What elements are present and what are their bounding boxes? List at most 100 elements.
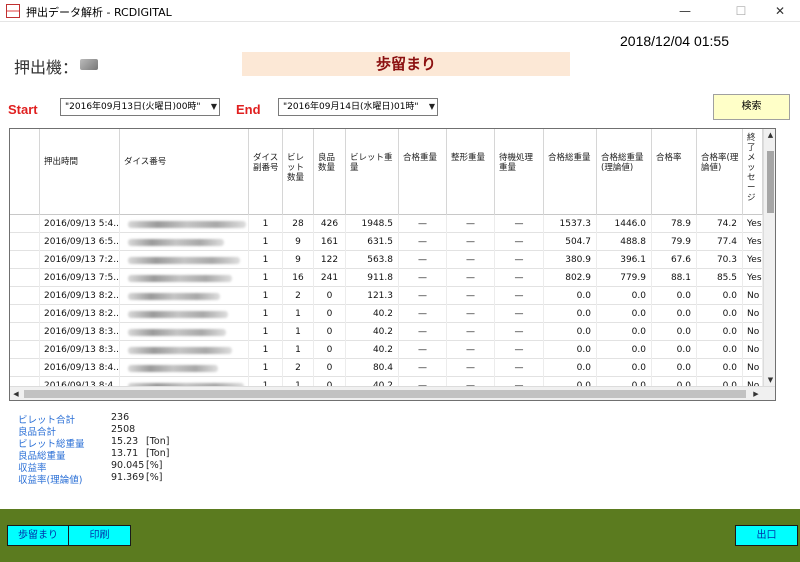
column-header-pass-total-weight[interactable]: 合格総重量 xyxy=(544,129,597,215)
column-header-shaping-weight[interactable]: 整形重量 xyxy=(447,129,495,215)
pass-total-weight-cell: 380.9 xyxy=(544,251,597,269)
pass-total-weight-theory-cell: 0.0 xyxy=(597,341,652,359)
redacted-text xyxy=(128,311,228,318)
vertical-scrollbar[interactable]: ▲ ▼ xyxy=(763,129,775,386)
die-sub-number-cell: 1 xyxy=(249,215,283,233)
table-row[interactable]: 2016/09/13 8:3... 1 1 0 40.2— — —0.0 0.0 0.0 0.0 N… xyxy=(10,323,763,341)
table-row[interactable]: 2016/09/13 8:3... 1 1 0 40.2— — —0.0 0.0 0.0 0.0 N… xyxy=(10,341,763,359)
column-header-extrusion-time[interactable]: 押出時間 xyxy=(40,129,120,215)
maximize-button[interactable]: ☐ xyxy=(718,0,764,22)
column-header-billet-count[interactable]: ビレット数量 xyxy=(283,129,314,215)
scroll-left-icon[interactable]: ◀ xyxy=(10,387,22,400)
scroll-down-icon[interactable]: ▼ xyxy=(764,374,775,386)
redacted-text xyxy=(128,329,226,336)
good-count-cell: 0 xyxy=(314,341,346,359)
scroll-up-icon[interactable]: ▲ xyxy=(764,129,775,141)
row-selector[interactable] xyxy=(10,323,40,341)
chevron-down-icon: ▼ xyxy=(428,102,435,111)
column-header-end-message[interactable]: 終了メッセージ xyxy=(743,129,763,215)
table-row[interactable]: 2016/09/13 8:4... 1 2 0 80.4— — —0.0 0.0 0.0 0.0 N… xyxy=(10,359,763,377)
pass-total-weight-cell: 0.0 xyxy=(544,341,597,359)
die-number-cell-redacted xyxy=(120,215,249,233)
pass-weight-cell: — xyxy=(399,215,447,233)
die-number-cell-redacted xyxy=(120,269,249,287)
die-number-cell-redacted xyxy=(120,287,249,305)
die-sub-number-cell: 1 xyxy=(249,251,283,269)
good-count-cell: 0 xyxy=(314,359,346,377)
search-button[interactable]: 検索 xyxy=(713,94,790,120)
pass-weight-cell: — xyxy=(399,305,447,323)
row-selector[interactable] xyxy=(10,377,40,386)
data-grid[interactable]: 押出時間 ダイス番号 ダイス副番号 ビレット数量 良品数量 ビレット重量 合格重量 整形重量待… xyxy=(9,128,776,401)
horizontal-scrollbar[interactable]: ◀ ▶ xyxy=(10,386,775,400)
close-button[interactable]: ✕ xyxy=(760,0,800,22)
extrusion-time-cell: 2016/09/13 8:4... xyxy=(40,377,120,386)
scrollbar-thumb[interactable] xyxy=(767,151,774,213)
good-count-cell: 122 xyxy=(314,251,346,269)
extrusion-time-cell: 2016/09/13 8:2... xyxy=(40,305,120,323)
pass-rate-cell: 0.0 xyxy=(652,323,697,341)
column-header-die-number[interactable]: ダイス番号 xyxy=(120,129,249,215)
die-number-cell-redacted xyxy=(120,233,249,251)
column-header-pass-rate[interactable]: 合格率 xyxy=(652,129,697,215)
billet-count-cell: 2 xyxy=(283,359,314,377)
pass-rate-cell: 0.0 xyxy=(652,359,697,377)
table-row[interactable]: 2016/09/13 6:5... 1 9 161 631.5— — —504.7 488.8… xyxy=(10,233,763,251)
summary-value: 91.369 xyxy=(111,472,145,483)
table-row[interactable]: 2016/09/13 5:4... 1 28 426 1948.5— — —1537.3 14… xyxy=(10,215,763,233)
table-row[interactable]: 2016/09/13 7:5... 1 16 241 911.8— — —802.9 779.… xyxy=(10,269,763,287)
row-selector[interactable] xyxy=(10,215,40,233)
end-datetime-value: "2016年09月14日(水曜日)01時" xyxy=(283,102,419,112)
column-header-die-sub-number[interactable]: ダイス副番号 xyxy=(249,129,283,215)
redacted-text xyxy=(128,275,232,282)
die-sub-number-cell: 1 xyxy=(249,233,283,251)
column-header-standby-weight[interactable]: 待機処理重量 xyxy=(495,129,544,215)
current-datetime: 2018/12/04 01:55 xyxy=(620,33,729,49)
scroll-right-icon[interactable]: ▶ xyxy=(750,387,762,400)
column-header-row-header[interactable] xyxy=(10,129,40,215)
window-title: 押出データ解析 - RCDIGITAL xyxy=(26,6,172,19)
table-row[interactable]: 2016/09/13 8:2... 1 2 0 121.3— — —0.0 0.0 0.0 0.0… xyxy=(10,287,763,305)
end-datetime-select[interactable]: "2016年09月14日(水曜日)01時" ▼ xyxy=(278,98,438,116)
exit-button[interactable]: 出口 xyxy=(735,525,798,546)
redacted-text xyxy=(128,221,246,228)
summary-unit: [Ton] xyxy=(146,448,170,459)
redacted-text xyxy=(128,347,232,354)
table-row[interactable]: 2016/09/13 8:2... 1 1 0 40.2— — —0.0 0.0 0.0 0.0 N… xyxy=(10,305,763,323)
good-count-cell: 0 xyxy=(314,323,346,341)
summary-value: 236 xyxy=(111,412,130,423)
row-selector[interactable] xyxy=(10,251,40,269)
billet-count-cell: 1 xyxy=(283,323,314,341)
summary-value: 13.71 xyxy=(111,448,139,459)
column-header-good-count[interactable]: 良品数量 xyxy=(314,129,346,215)
column-header-pass-rate-theory[interactable]: 合格率(理論値) xyxy=(697,129,743,215)
pass-rate-cell: 88.1 xyxy=(652,269,697,287)
print-button[interactable]: 印刷 xyxy=(68,525,131,546)
column-header-pass-total-weight-theory[interactable]: 合格総重量(理論値) xyxy=(597,129,652,215)
row-selector[interactable] xyxy=(10,287,40,305)
row-selector[interactable] xyxy=(10,305,40,323)
pass-rate-cell: 0.0 xyxy=(652,287,697,305)
minimize-button[interactable]: — xyxy=(662,0,708,22)
pass-total-weight-cell: 0.0 xyxy=(544,377,597,386)
billet-weight-cell: 631.5 xyxy=(346,233,399,251)
pass-total-weight-theory-cell: 0.0 xyxy=(597,359,652,377)
column-header-pass-weight[interactable]: 合格重量 xyxy=(399,129,447,215)
billet-count-cell: 2 xyxy=(283,287,314,305)
table-row[interactable]: 2016/09/13 7:2... 1 9 122 563.8— — —380.9 396.1… xyxy=(10,251,763,269)
good-count-cell: 426 xyxy=(314,215,346,233)
row-selector[interactable] xyxy=(10,269,40,287)
row-selector[interactable] xyxy=(10,233,40,251)
row-selector[interactable] xyxy=(10,341,40,359)
row-selector[interactable] xyxy=(10,359,40,377)
end-message-cell: Yes xyxy=(743,269,763,287)
column-header-billet-weight[interactable]: ビレット重量 xyxy=(346,129,399,215)
yield-button[interactable]: 歩留まり xyxy=(7,525,69,546)
start-datetime-select[interactable]: "2016年09月13日(火曜日)00時" ▼ xyxy=(60,98,220,116)
end-label: End xyxy=(236,102,261,117)
pass-total-weight-cell: 802.9 xyxy=(544,269,597,287)
scrollbar-thumb[interactable] xyxy=(24,390,746,398)
shaping-weight-cell: — xyxy=(447,359,495,377)
standby-weight-cell: — xyxy=(495,287,544,305)
table-row[interactable]: 2016/09/13 8:4... 1 1 0 40.2— — —0.0 0.0 0.0 0.0 N… xyxy=(10,377,763,386)
